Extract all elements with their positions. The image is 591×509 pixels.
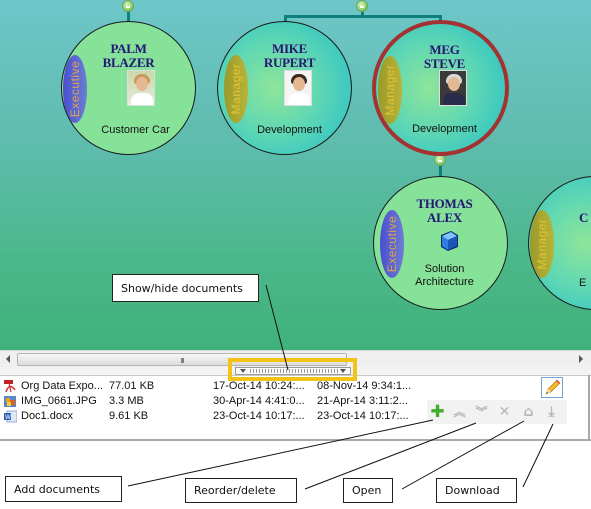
department-line1: Solution: [424, 263, 465, 275]
document-size: 9.61 KB: [109, 410, 149, 422]
document-name: Doc1.docx: [21, 410, 73, 422]
node-department: Development: [257, 124, 322, 136]
node-name: PALM BLAZER: [62, 42, 195, 70]
double-chevron-up-icon: ︽: [453, 405, 466, 419]
org-node-thomas-alex[interactable]: Executive THOMAS ALEX Solution Architect…: [373, 176, 508, 310]
node-name-line1: MIKE: [272, 41, 307, 56]
plus-icon: ✚: [430, 402, 445, 422]
org-node-meg-steve[interactable]: Manager MEG STEVE Development: [372, 20, 509, 156]
org-chart-app: Executive PALM BLAZER Customer Car Manag…: [0, 0, 591, 509]
scroll-right-arrow-icon[interactable]: [579, 355, 583, 363]
highlight-box: [228, 358, 357, 381]
callout-text: Open: [352, 484, 382, 497]
document-size: 3.3 MB: [109, 395, 144, 407]
document-created: 23-Oct-14 10:17:...: [213, 410, 305, 422]
document-modified: 23-Oct-14 10:17:...: [317, 410, 409, 422]
open-document-button[interactable]: ⌂: [520, 404, 537, 421]
image-icon: [4, 396, 16, 407]
node-name: MIKE RUPERT: [228, 42, 351, 70]
move-down-button[interactable]: ︾: [473, 404, 490, 421]
node-department: E: [579, 277, 587, 289]
close-icon: ✕: [498, 404, 511, 420]
document-created: 17-Oct-14 10:24:...: [213, 380, 305, 392]
node-name-line2: STEVE: [423, 56, 466, 71]
callout-download: Download: [436, 478, 517, 503]
node-name: THOMAS ALEX: [382, 197, 507, 225]
callout-text: Show/hide documents: [121, 281, 243, 295]
documents-toolbar: ✚ ︽ ︾ ✕ ⌂ ⤓: [427, 400, 567, 424]
department-line2: Architecture: [415, 276, 474, 288]
document-row[interactable]: Org Data Expo... 77.01 KB 17-Oct-14 10:2…: [0, 380, 540, 394]
cube-icon: [441, 231, 458, 251]
callout-show-hide-documents: Show/hide documents: [112, 274, 259, 302]
pencil-icon: [545, 379, 561, 395]
org-chart-canvas[interactable]: Executive PALM BLAZER Customer Car Manag…: [0, 0, 591, 350]
callout-add-documents: Add documents: [5, 476, 122, 502]
document-name: Org Data Expo...: [21, 380, 103, 392]
node-department: Customer Car: [101, 124, 170, 136]
node-name-line2: RUPERT: [263, 55, 316, 70]
node-name-line2: ALEX: [427, 210, 462, 225]
role-label: Manager: [535, 218, 549, 270]
avatar: [284, 70, 312, 106]
callout-text: Download: [445, 484, 500, 497]
node-name-line1: PALM: [110, 41, 147, 56]
callout-reorder-delete: Reorder/delete: [185, 478, 297, 503]
delete-document-button[interactable]: ✕: [496, 404, 513, 421]
role-badge: Manager: [530, 210, 554, 278]
scroll-left-arrow-icon[interactable]: [6, 355, 10, 363]
edit-button[interactable]: [541, 377, 563, 398]
document-row[interactable]: W Doc1.docx 9.61 KB 23-Oct-14 10:17:... …: [0, 410, 420, 424]
role-label: Manager: [229, 63, 243, 115]
callout-open: Open: [343, 478, 393, 503]
double-chevron-down-icon: ︾: [475, 405, 488, 419]
node-department: Solution Architecture: [382, 263, 507, 289]
avatar: [127, 70, 155, 106]
callout-text: Reorder/delete: [194, 484, 276, 497]
panel-border: [588, 375, 590, 441]
collapse-button-palm[interactable]: [122, 0, 134, 12]
document-modified: 08-Nov-14 9:34:1...: [317, 380, 412, 392]
node-name: MEG STEVE: [384, 43, 505, 71]
download-icon: ⤓: [548, 404, 555, 420]
node-name-line1: MEG: [429, 42, 460, 57]
node-department: Development: [412, 123, 477, 135]
document-modified: 21-Apr-14 3:11:2...: [317, 395, 408, 407]
add-document-button[interactable]: ✚: [429, 404, 446, 421]
move-up-button[interactable]: ︽: [451, 404, 468, 421]
node-name: C: [579, 210, 589, 225]
word-icon: W: [4, 410, 17, 423]
document-size: 77.01 KB: [109, 380, 155, 392]
download-document-button[interactable]: ⤓: [543, 404, 560, 421]
avatar: [439, 70, 467, 106]
grip-icon: III: [180, 357, 184, 365]
callout-text: Add documents: [14, 482, 101, 496]
document-name: IMG_0661.JPG: [21, 395, 97, 407]
org-node-palm-blazer[interactable]: Executive PALM BLAZER Customer Car: [61, 21, 196, 155]
node-name-line2: BLAZER: [102, 55, 155, 70]
pdf-icon: [4, 380, 16, 393]
org-node-mike-rupert[interactable]: Manager MIKE RUPERT Development: [217, 21, 352, 155]
open-icon: ⌂: [523, 404, 534, 420]
org-node-partial[interactable]: Manager C E: [528, 176, 591, 310]
document-created: 30-Apr-14 4:41:0...: [213, 395, 305, 407]
node-name-line1: THOMAS: [416, 196, 473, 211]
collapse-button-root[interactable]: [356, 0, 368, 12]
role-label: Manager: [383, 64, 397, 116]
svg-text:W: W: [5, 414, 11, 421]
